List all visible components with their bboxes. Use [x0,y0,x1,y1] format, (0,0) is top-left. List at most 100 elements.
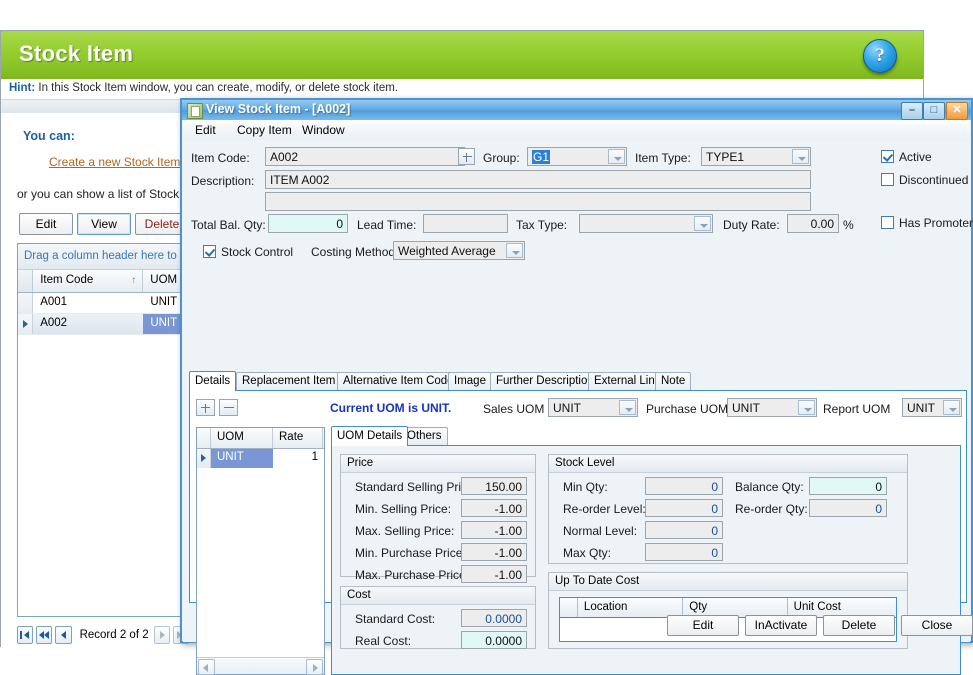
tab-details[interactable]: Details [189,371,237,391]
has-promoter-checkbox[interactable] [881,216,894,229]
report-uom-label: Report UOM [823,402,891,416]
or-show-list-text: or you can show a list of Stock I [17,187,186,201]
window-title-bar[interactable]: View Stock Item - [A002] – □ ✕ [182,100,971,120]
normal-level-field[interactable]: 0 [645,521,723,539]
max-purchase-price-label: Max. Purchase Price: [355,568,470,582]
grid-column-item-code[interactable]: Item Code ↑ [33,270,144,292]
close-button[interactable]: ✕ [946,102,968,120]
max-purchase-price-field[interactable]: -1.00 [461,565,527,583]
max-qty-field[interactable]: 0 [645,543,723,561]
footer-close-button[interactable]: Close [901,615,973,636]
duty-rate-label: Duty Rate: [723,218,780,232]
tab-image[interactable]: Image [448,372,492,390]
edit-button[interactable]: Edit [19,213,73,235]
maximize-icon: □ [930,104,938,116]
min-purchase-price-field[interactable]: -1.00 [461,543,527,561]
active-label: Active [899,150,932,164]
discontinued-checkbox[interactable] [881,173,894,186]
table-row[interactable]: A002 UNIT [18,314,191,335]
menu-item-edit[interactable]: Edit [189,123,222,137]
costing-method-combo[interactable]: Weighted Average [393,241,525,260]
total-bal-qty-field[interactable]: 0 [268,214,348,233]
group-combo[interactable]: G1 [527,147,627,166]
balance-qty-field[interactable]: 0 [809,477,887,495]
uom-grid-row[interactable]: UNIT 1 [197,449,324,468]
standard-selling-price-label: Standard Selling Price: [355,480,478,494]
create-stock-item-link[interactable]: Create a new Stock Item [49,155,180,169]
footer-edit-button[interactable]: Edit [667,615,739,636]
menu-item-copy-item[interactable]: Copy Item [231,123,298,137]
menu-item-window[interactable]: Window [296,123,351,137]
window-menubar: Edit Copy Item Window [183,120,970,141]
footer-button-bar: Edit InActivate Delete Close [183,610,973,642]
chevron-down-icon[interactable] [608,149,625,164]
item-type-combo[interactable]: TYPE1 [701,147,811,166]
tab-alternative-item-code[interactable]: Alternative Item Code [337,372,460,390]
chevron-down-icon[interactable] [506,243,523,258]
prev-record-icon[interactable] [55,626,72,644]
sales-uom-combo[interactable]: UNIT [548,398,638,417]
chevron-down-icon[interactable] [798,400,815,415]
prev-page-icon[interactable] [36,626,53,644]
uom-horizontal-scrollbar[interactable] [197,657,324,675]
active-checkbox[interactable] [881,150,894,163]
uom-column-rate[interactable]: Rate [273,428,323,448]
sales-uom-value: UNIT [553,401,581,415]
item-code-field[interactable]: A002 [265,147,465,166]
duty-rate-field[interactable]: 0.00 [787,214,839,233]
view-button[interactable]: View [77,213,131,235]
maximize-button[interactable]: □ [923,102,945,120]
report-uom-combo[interactable]: UNIT [902,398,962,417]
lead-time-field[interactable] [423,214,508,233]
purchase-uom-combo[interactable]: UNIT [727,398,817,417]
description-field-2[interactable] [265,192,811,211]
chevron-down-icon[interactable] [694,216,711,231]
remove-uom-icon[interactable] [219,399,238,416]
re-order-level-label: Re-order Level: [563,502,646,516]
price-group-caption: Price [341,455,535,473]
min-selling-price-field[interactable]: -1.00 [461,499,527,517]
tab-uom-details[interactable]: UOM Details [331,426,409,446]
footer-inactivate-button[interactable]: InActivate [745,615,817,636]
stock-control-checkbox[interactable] [203,245,216,258]
tab-replacement-item[interactable]: Replacement Item [236,372,342,390]
minimize-button[interactable]: – [901,102,923,120]
next-record-icon[interactable] [153,626,170,644]
tab-note[interactable]: Note [655,372,692,390]
tab-further-description[interactable]: Further Description [490,372,600,390]
tab-strip: Details Replacement Item Alternative Ite… [189,371,967,391]
grid-header-row: Item Code ↑ UOM [18,270,191,293]
chevron-down-icon[interactable] [943,400,960,415]
max-selling-price-field[interactable]: -1.00 [461,521,527,539]
first-record-icon[interactable] [17,626,34,644]
group-label: Group: [483,151,520,165]
add-uom-icon[interactable] [196,399,215,416]
uom-column-uom[interactable]: UOM [211,428,273,448]
duty-rate-unit: % [843,218,854,232]
standard-selling-price-field[interactable]: 150.00 [461,477,527,495]
chevron-down-icon[interactable] [792,149,809,164]
hint-text: In this Stock Item window, you can creat… [38,82,399,94]
grid-column-item-code-label: Item Code [40,274,94,286]
lookup-plus-icon[interactable] [458,148,475,165]
record-navigator: Record 2 of 2 [17,623,192,647]
cell-item-code: A001 [40,296,68,308]
scroll-right-icon[interactable] [306,659,323,675]
re-order-qty-field[interactable]: 0 [809,499,887,517]
footer-delete-button[interactable]: Delete [823,615,895,636]
scroll-left-icon[interactable] [198,659,215,675]
has-promoter-label: Has Promoter [899,216,973,230]
stock-control-label: Stock Control [221,245,294,259]
balance-qty-label: Balance Qty: [735,480,804,494]
uom-grid-header: UOM Rate [197,428,324,449]
description-field[interactable]: ITEM A002 [265,170,811,189]
help-question-icon[interactable]: ? [863,39,897,73]
table-row[interactable]: A001 UNIT [18,293,191,314]
re-order-level-field[interactable]: 0 [645,499,723,517]
cell-uom: UNIT [211,449,273,468]
grid-group-hint[interactable]: Drag a column header here to gr [18,244,191,270]
chevron-down-icon[interactable] [619,400,636,415]
cell-item-code: A002 [40,317,68,329]
min-qty-field[interactable]: 0 [645,477,723,495]
tax-type-combo[interactable] [579,214,713,233]
